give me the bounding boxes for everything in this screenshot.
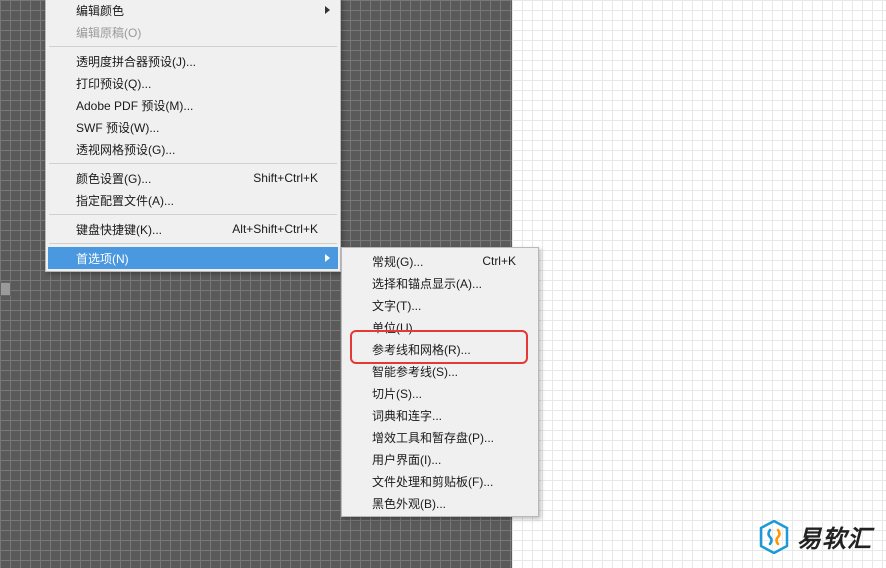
menu-label: 透明度拼合器预设(J)...: [76, 53, 318, 70]
menu-item-slices[interactable]: 切片(S)...: [344, 382, 536, 404]
menu-item-adobe-pdf-presets[interactable]: Adobe PDF 预设(M)...: [48, 94, 338, 116]
menu-label: 文件处理和剪贴板(F)...: [372, 473, 516, 490]
menu-label: 打印预设(Q)...: [76, 75, 318, 92]
menu-item-units[interactable]: 单位(U)...: [344, 316, 536, 338]
menu-item-user-interface[interactable]: 用户界面(I)...: [344, 448, 536, 470]
menu-label: 选择和锚点显示(A)...: [372, 275, 516, 292]
menu-label: 常规(G)...: [372, 253, 482, 270]
menu-item-smart-guides[interactable]: 智能参考线(S)...: [344, 360, 536, 382]
watermark: 易软汇: [759, 519, 872, 554]
menu-item-plugins-scratch[interactable]: 增效工具和暂存盘(P)...: [344, 426, 536, 448]
menu-label: Adobe PDF 预设(M)...: [76, 97, 318, 114]
menu-label: 增效工具和暂存盘(P)...: [372, 429, 516, 446]
menu-item-black-appearance[interactable]: 黑色外观(B)...: [344, 492, 536, 514]
menu-separator: [49, 163, 337, 164]
menu-label: 智能参考线(S)...: [372, 363, 516, 380]
menu-item-dictionary-hyphenation[interactable]: 词典和连字...: [344, 404, 536, 426]
menu-item-perspective-grid-presets[interactable]: 透视网格预设(G)...: [48, 138, 338, 160]
artboard-light-grid: [512, 0, 886, 568]
menu-item-swf-presets[interactable]: SWF 预设(W)...: [48, 116, 338, 138]
menu-item-type[interactable]: 文字(T)...: [344, 294, 536, 316]
menu-separator: [49, 46, 337, 47]
chevron-right-icon: [325, 254, 330, 262]
menu-item-print-presets[interactable]: 打印预设(Q)...: [48, 72, 338, 94]
menu-label: 黑色外观(B)...: [372, 495, 516, 512]
menu-label: 编辑颜色: [76, 2, 318, 19]
menu-separator: [49, 214, 337, 215]
edit-menu: 编辑颜色 编辑原稿(O) 透明度拼合器预设(J)... 打印预设(Q)... A…: [45, 0, 341, 272]
menu-label: 颜色设置(G)...: [76, 170, 253, 187]
menu-item-guides-grid[interactable]: 参考线和网格(R)...: [344, 338, 536, 360]
menu-item-edit-colors[interactable]: 编辑颜色: [48, 0, 338, 21]
menu-label: 透视网格预设(G)...: [76, 141, 318, 158]
menu-label: 单位(U)...: [372, 319, 516, 336]
chevron-right-icon: [325, 6, 330, 14]
menu-shortcut: Shift+Ctrl+K: [253, 171, 318, 185]
menu-item-transparency-flattener[interactable]: 透明度拼合器预设(J)...: [48, 50, 338, 72]
menu-item-general[interactable]: 常规(G)... Ctrl+K: [344, 250, 536, 272]
menu-label: 词典和连字...: [372, 407, 516, 424]
ruler-origin-marker[interactable]: [0, 282, 11, 296]
menu-separator: [49, 243, 337, 244]
menu-label: 参考线和网格(R)...: [372, 341, 516, 358]
menu-label: 用户界面(I)...: [372, 451, 516, 468]
menu-item-preferences[interactable]: 首选项(N): [48, 247, 338, 269]
watermark-logo-icon: [759, 520, 789, 554]
menu-shortcut: Ctrl+K: [482, 254, 516, 268]
menu-item-edit-original: 编辑原稿(O): [48, 21, 338, 43]
menu-label: 首选项(N): [76, 250, 318, 267]
menu-item-assign-profile[interactable]: 指定配置文件(A)...: [48, 189, 338, 211]
menu-shortcut: Alt+Shift+Ctrl+K: [232, 222, 318, 236]
watermark-text: 易软汇: [797, 519, 872, 554]
menu-label: 指定配置文件(A)...: [76, 192, 318, 209]
menu-label: 键盘快捷键(K)...: [76, 221, 232, 238]
menu-item-color-settings[interactable]: 颜色设置(G)... Shift+Ctrl+K: [48, 167, 338, 189]
menu-label: 文字(T)...: [372, 297, 516, 314]
menu-label: 切片(S)...: [372, 385, 516, 402]
preferences-submenu: 常规(G)... Ctrl+K 选择和锚点显示(A)... 文字(T)... 单…: [341, 247, 539, 517]
menu-item-keyboard-shortcuts[interactable]: 键盘快捷键(K)... Alt+Shift+Ctrl+K: [48, 218, 338, 240]
menu-label: SWF 预设(W)...: [76, 119, 318, 136]
menu-item-file-handling[interactable]: 文件处理和剪贴板(F)...: [344, 470, 536, 492]
menu-item-selection-anchor[interactable]: 选择和锚点显示(A)...: [344, 272, 536, 294]
menu-label: 编辑原稿(O): [76, 24, 318, 41]
